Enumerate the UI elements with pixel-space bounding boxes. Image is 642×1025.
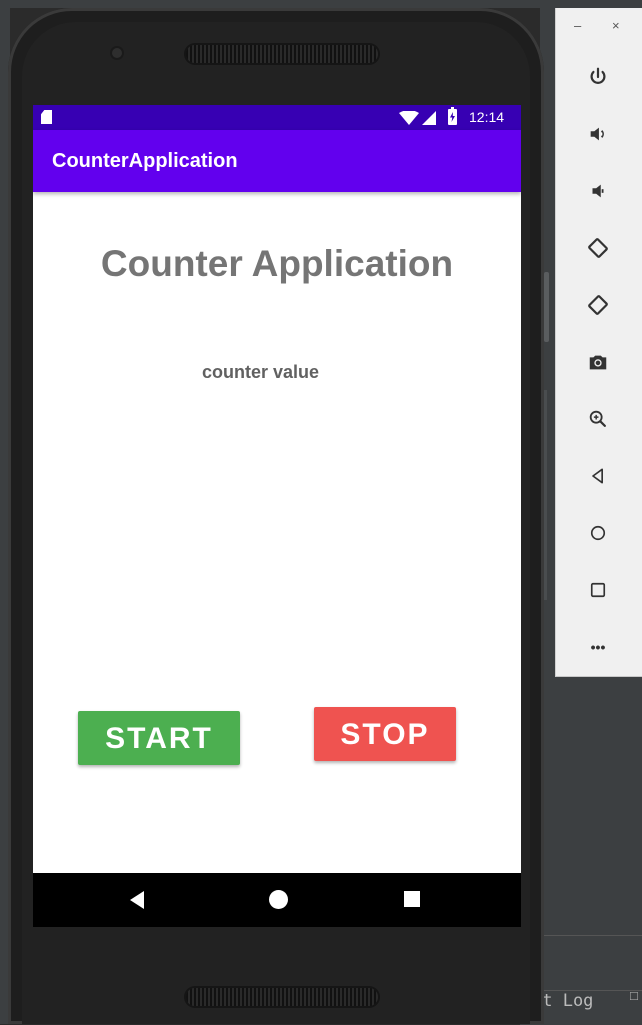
wifi-icon: [399, 111, 419, 125]
bottom-speaker: [186, 988, 378, 1006]
emulator-toolbar: – × •••: [555, 8, 642, 677]
app-bar-title: CounterApplication: [52, 150, 238, 172]
home-button[interactable]: [582, 517, 614, 549]
stop-button[interactable]: STOP: [314, 707, 456, 761]
volume-down-button[interactable]: [582, 175, 614, 207]
phone-screen: 12:14 CounterApplication Counter Applica…: [33, 105, 521, 927]
power-button[interactable]: [582, 61, 614, 93]
ide-scrollbar-track: [544, 390, 547, 600]
more-button[interactable]: •••: [582, 631, 614, 663]
top-speaker: [186, 45, 378, 63]
nav-recents-icon[interactable]: [404, 891, 420, 907]
zoom-icon: [589, 410, 606, 427]
volume-up-icon: [590, 127, 604, 141]
power-icon: [590, 67, 606, 84]
app-bar: CounterApplication: [33, 130, 521, 192]
zoom-button[interactable]: [582, 403, 614, 435]
close-button[interactable]: ×: [612, 18, 620, 33]
nav-home-icon[interactable]: [269, 890, 288, 909]
front-camera: [112, 48, 122, 58]
volume-up-button[interactable]: [582, 118, 614, 150]
ide-scrollbar-thumb[interactable]: [544, 272, 549, 342]
overview-icon: [590, 582, 606, 598]
ide-divider: [540, 935, 642, 936]
counter-value-text: counter value: [201, 362, 320, 382]
back-icon: [592, 468, 603, 484]
minimize-button[interactable]: –: [574, 18, 581, 33]
volume-down-icon: [592, 184, 604, 198]
battery-charging-icon: [448, 107, 457, 125]
rotate-left-icon: [588, 238, 608, 258]
rotate-left-button[interactable]: [582, 232, 614, 264]
overview-button[interactable]: [582, 574, 614, 606]
status-bar: 12:14: [33, 105, 521, 130]
nav-back-icon[interactable]: [130, 891, 144, 909]
ide-tab-icon[interactable]: □: [630, 988, 638, 1003]
rotate-right-button[interactable]: [582, 289, 614, 321]
more-icon: •••: [590, 639, 606, 655]
start-button[interactable]: START: [78, 711, 240, 765]
cell-signal-icon: [422, 111, 436, 125]
screenshot-button[interactable]: [582, 346, 614, 378]
home-icon: [590, 525, 606, 541]
page-title: Counter Application: [100, 243, 454, 284]
sd-card-icon: [41, 110, 52, 124]
status-clock: 12:14: [469, 109, 505, 125]
navigation-bar: [33, 873, 521, 927]
camera-icon: [589, 355, 607, 370]
back-button[interactable]: [582, 460, 614, 492]
rotate-right-icon: [588, 295, 608, 315]
